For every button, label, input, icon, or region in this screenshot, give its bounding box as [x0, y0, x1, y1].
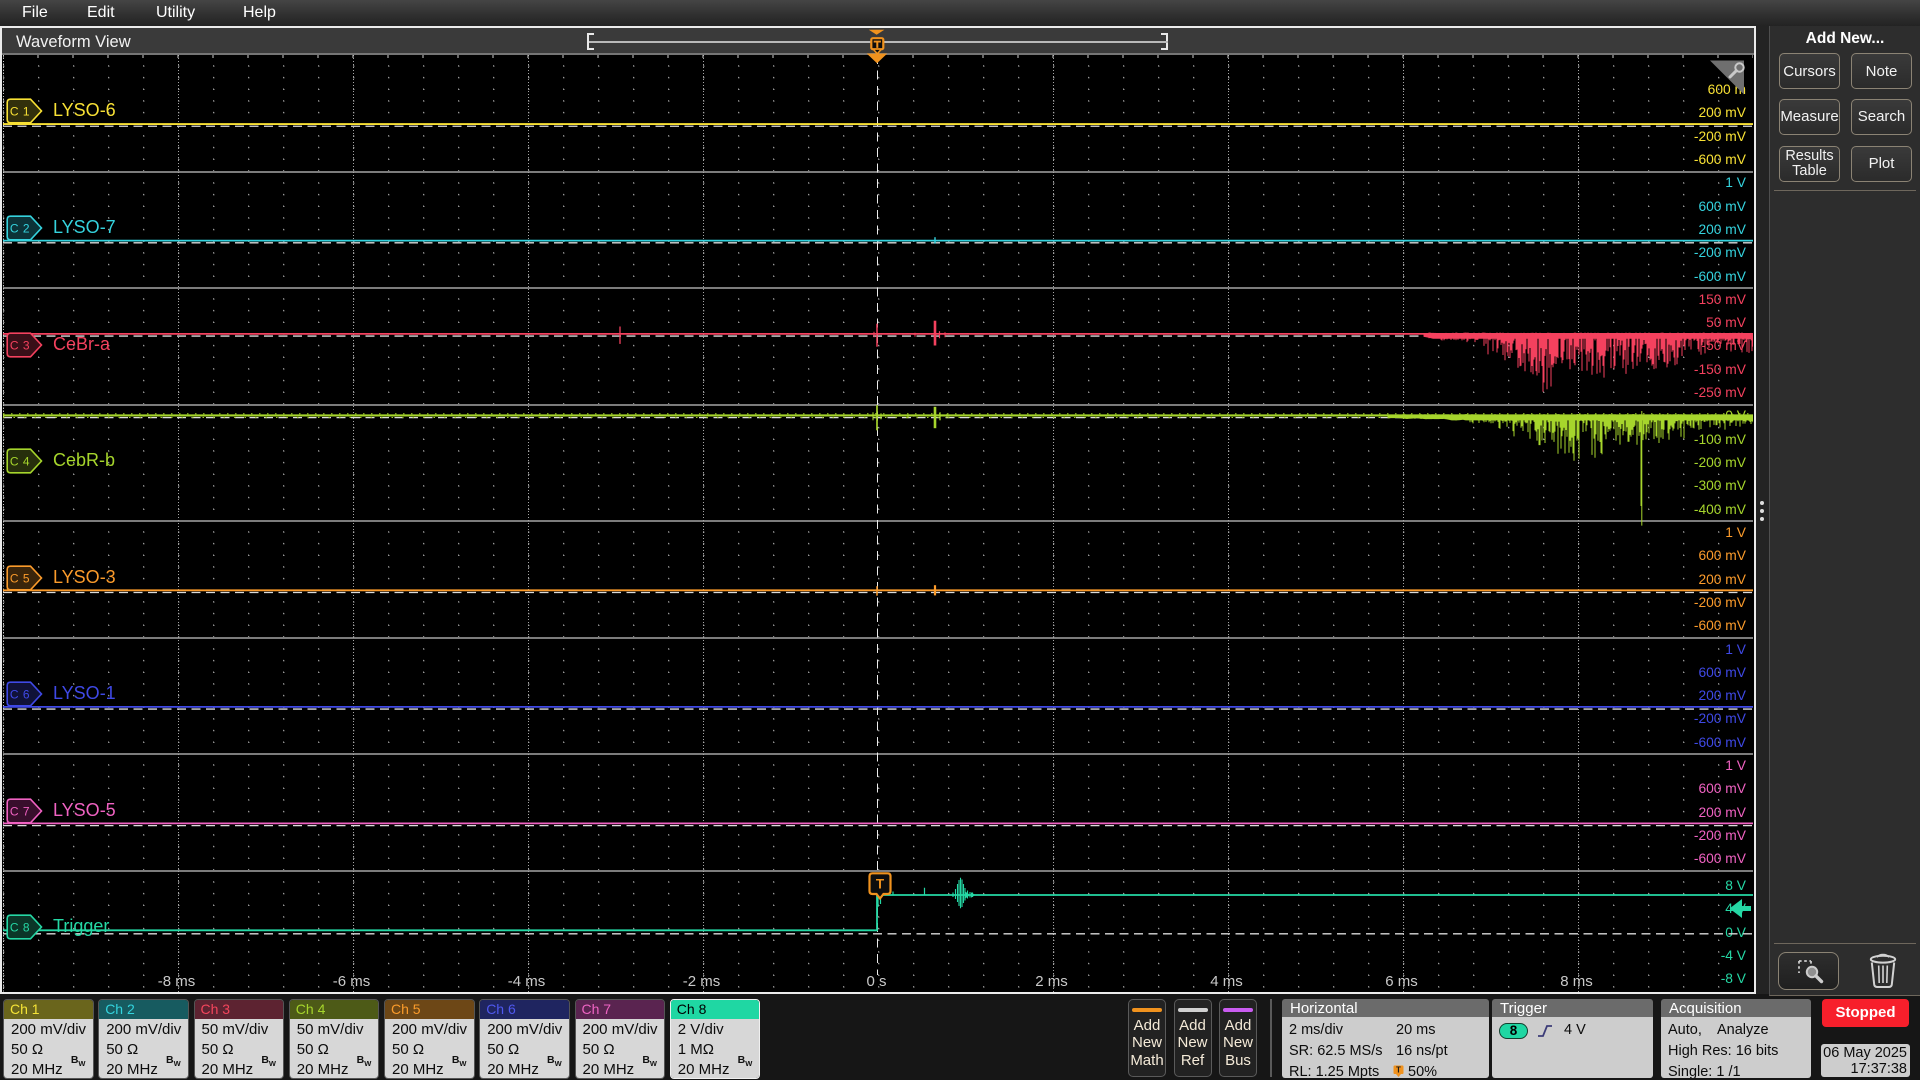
- svg-text:C 1: C 1: [10, 105, 30, 119]
- svg-text:C 7: C 7: [10, 804, 30, 818]
- svg-text:C 2: C 2: [10, 222, 30, 236]
- svg-text:C 3: C 3: [10, 338, 30, 352]
- svg-text:T: T: [1396, 1066, 1401, 1075]
- svg-text:T: T: [876, 877, 885, 892]
- svg-text:C 8: C 8: [10, 921, 30, 935]
- svg-text:C 4: C 4: [10, 455, 30, 469]
- svg-text:C 5: C 5: [10, 571, 30, 585]
- svg-text:C 6: C 6: [10, 688, 30, 702]
